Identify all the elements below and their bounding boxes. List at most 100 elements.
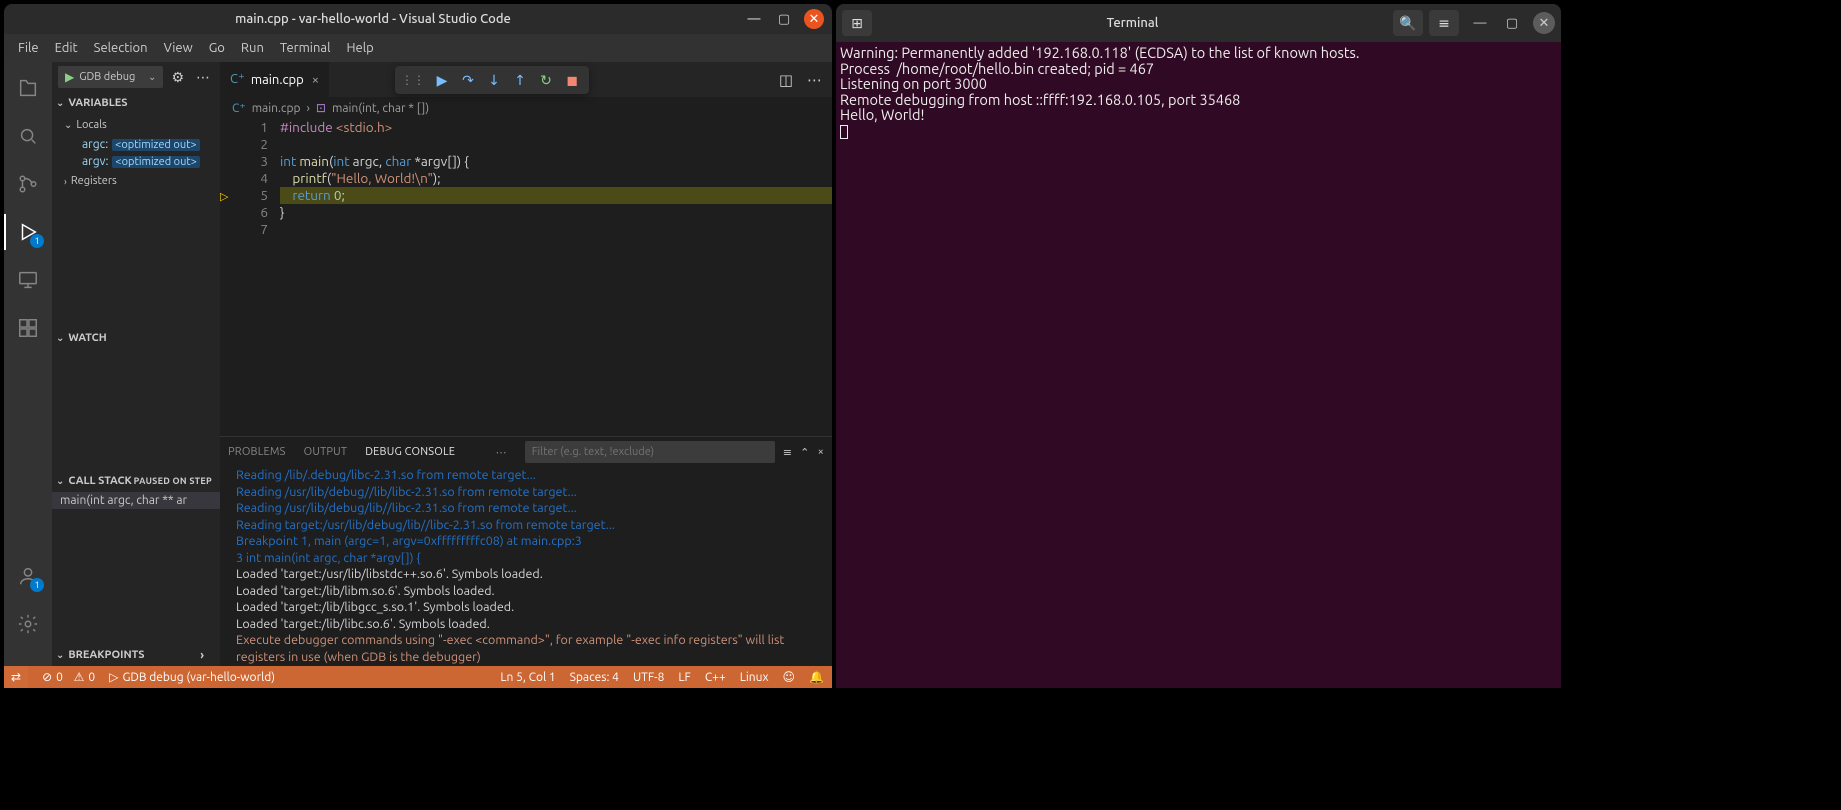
tab-close-icon[interactable]: ×: [312, 73, 319, 87]
chevron-right-icon[interactable]: ›: [200, 649, 212, 662]
terminal-titlebar[interactable]: ⊞ Terminal 🔍 ≡ — ▢ ✕: [836, 4, 1561, 42]
terminal-body[interactable]: Warning: Permanently added '192.168.0.11…: [836, 42, 1561, 688]
code-line[interactable]: }: [280, 204, 832, 221]
code-line[interactable]: [280, 136, 832, 153]
breakpoints-section[interactable]: ⌄BREAKPOINTS›: [52, 644, 220, 666]
search-icon[interactable]: [14, 122, 42, 150]
configure-gear-icon[interactable]: ⚙: [167, 69, 188, 86]
menu-view[interactable]: View: [156, 41, 201, 55]
panel-tab-output[interactable]: OUTPUT: [304, 446, 348, 458]
explorer-icon[interactable]: [14, 74, 42, 102]
status-language[interactable]: C++: [705, 671, 726, 684]
code-line[interactable]: [280, 221, 832, 238]
more-icon[interactable]: ⋯: [192, 69, 214, 86]
warning-icon: ⚠: [74, 670, 85, 684]
step-over-button[interactable]: ↷: [457, 69, 479, 91]
panel-more-icon[interactable]: ⋯: [496, 446, 507, 459]
code-line[interactable]: printf("Hello, World!\n");: [280, 170, 832, 187]
panel-view-icon[interactable]: ≡: [783, 446, 792, 459]
variable-row[interactable]: argv: <optimized out>: [52, 153, 220, 170]
extensions-icon[interactable]: [14, 314, 42, 342]
panel-maximize-icon[interactable]: ⌃: [800, 446, 809, 459]
code-line[interactable]: return 0;: [280, 187, 832, 204]
menu-selection[interactable]: Selection: [86, 41, 156, 55]
accounts-icon[interactable]: 1: [14, 562, 42, 590]
vscode-titlebar[interactable]: main.cpp - var-hello-world - Visual Stud…: [4, 4, 832, 34]
continue-button[interactable]: ▶: [431, 69, 453, 91]
registers-label: Registers: [71, 175, 117, 187]
crumb-file[interactable]: main.cpp: [252, 102, 301, 115]
remote-indicator[interactable]: ⇄: [4, 666, 28, 688]
variables-section[interactable]: ⌄VARIABLES: [52, 92, 220, 114]
breakpoints-label: BREAKPOINTS: [68, 649, 144, 661]
menu-run[interactable]: Run: [233, 41, 272, 55]
panel-tabs: PROBLEMS OUTPUT DEBUG CONSOLE ⋯ ≡ ⌃ ×: [220, 437, 832, 467]
console-line: Loaded 'target:/usr/lib/libstdc++.so.6'.…: [236, 566, 816, 583]
status-debug[interactable]: ▷GDB debug (var-hello-world): [109, 670, 275, 684]
restart-button[interactable]: ↻: [535, 69, 557, 91]
variable-row[interactable]: argc: <optimized out>: [52, 136, 220, 153]
step-into-button[interactable]: ↓: [483, 69, 505, 91]
terminal-search-button[interactable]: 🔍: [1393, 10, 1423, 36]
terminal-menu-button[interactable]: ≡: [1429, 10, 1459, 36]
panel-close-icon[interactable]: ×: [818, 446, 824, 458]
status-eol[interactable]: LF: [678, 671, 690, 684]
terminal-line: Warning: Permanently added '192.168.0.11…: [840, 45, 1557, 61]
registers-section[interactable]: ›Registers: [52, 170, 220, 192]
crumb-symbol[interactable]: main(int, char * []): [332, 102, 429, 115]
breadcrumbs[interactable]: C⁺ main.cpp › ⊡ main(int, char * []): [220, 97, 832, 119]
drag-handle-icon[interactable]: ⋮⋮: [401, 73, 425, 87]
terminal-line: Listening on port 3000: [840, 76, 1557, 92]
code-line[interactable]: #include <stdio.h>: [280, 119, 832, 136]
notifications-icon[interactable]: 🔔: [809, 670, 824, 684]
debug-console-output[interactable]: Reading /lib/.debug/libc-2.31.so from re…: [220, 467, 832, 666]
terminal-window: ⊞ Terminal 🔍 ≡ — ▢ ✕ Warning: Permanentl…: [836, 4, 1561, 688]
play-icon: ▶: [65, 70, 74, 84]
var-name: argv:: [82, 155, 108, 168]
error-icon: ⊘: [42, 670, 52, 684]
remote-explorer-icon[interactable]: [14, 266, 42, 294]
menu-edit[interactable]: Edit: [47, 41, 86, 55]
status-encoding[interactable]: UTF-8: [633, 671, 664, 684]
new-tab-button[interactable]: ⊞: [842, 10, 872, 36]
run-debug-icon[interactable]: 1: [14, 218, 42, 246]
maximize-button[interactable]: ▢: [774, 9, 794, 29]
errors-item[interactable]: ⊘0 ⚠0: [42, 670, 95, 684]
status-os[interactable]: Linux: [740, 671, 769, 684]
activity-bar: 1 1: [4, 62, 52, 666]
callstack-status: PAUSED ON STEP: [134, 476, 212, 486]
terminal-close-button[interactable]: ✕: [1533, 12, 1555, 34]
terminal-maximize-button[interactable]: ▢: [1501, 12, 1523, 34]
tab-main-cpp[interactable]: C⁺ main.cpp ×: [220, 62, 330, 97]
panel-tab-debug-console[interactable]: DEBUG CONSOLE: [365, 446, 455, 458]
vscode-window: main.cpp - var-hello-world - Visual Stud…: [4, 4, 832, 688]
console-line: Execute debugger commands using "-exec <…: [236, 632, 816, 665]
locals-section[interactable]: ⌄Locals: [52, 114, 220, 136]
status-spaces[interactable]: Spaces: 4: [570, 671, 619, 684]
callstack-row[interactable]: main(int argc, char ** ar: [52, 492, 220, 509]
debug-console-filter[interactable]: [525, 441, 775, 463]
close-button[interactable]: ✕: [804, 9, 824, 29]
editor-more-icon[interactable]: ⋯: [807, 71, 822, 89]
menu-go[interactable]: Go: [201, 41, 233, 55]
run-config-select[interactable]: ▶ GDB debug ⌄: [58, 66, 163, 88]
console-line: Loaded 'target:/lib/libm.so.6'. Symbols …: [236, 583, 816, 600]
terminal-minimize-button[interactable]: —: [1469, 12, 1491, 34]
minimize-button[interactable]: —: [744, 9, 764, 29]
code-editor[interactable]: ▷ 1234567 #include <stdio.h>int main(int…: [220, 119, 832, 436]
panel-tab-problems[interactable]: PROBLEMS: [228, 446, 286, 458]
menu-terminal[interactable]: Terminal: [272, 41, 339, 55]
stop-button[interactable]: ◼: [561, 69, 583, 91]
settings-gear-icon[interactable]: [14, 610, 42, 638]
debug-toolbar[interactable]: ⋮⋮ ▶ ↷ ↓ ↑ ↻ ◼: [395, 66, 589, 94]
step-out-button[interactable]: ↑: [509, 69, 531, 91]
watch-section[interactable]: ⌄WATCH: [52, 327, 220, 349]
status-position[interactable]: Ln 5, Col 1: [500, 671, 555, 684]
menu-help[interactable]: Help: [338, 41, 381, 55]
source-control-icon[interactable]: [14, 170, 42, 198]
feedback-icon[interactable]: ☺: [783, 670, 796, 684]
code-line[interactable]: int main(int argc, char *argv[]) {: [280, 153, 832, 170]
menu-file[interactable]: File: [10, 41, 47, 55]
split-editor-icon[interactable]: ◫: [779, 71, 793, 89]
callstack-section[interactable]: ⌄CALL STACKPAUSED ON STEP: [52, 470, 220, 492]
